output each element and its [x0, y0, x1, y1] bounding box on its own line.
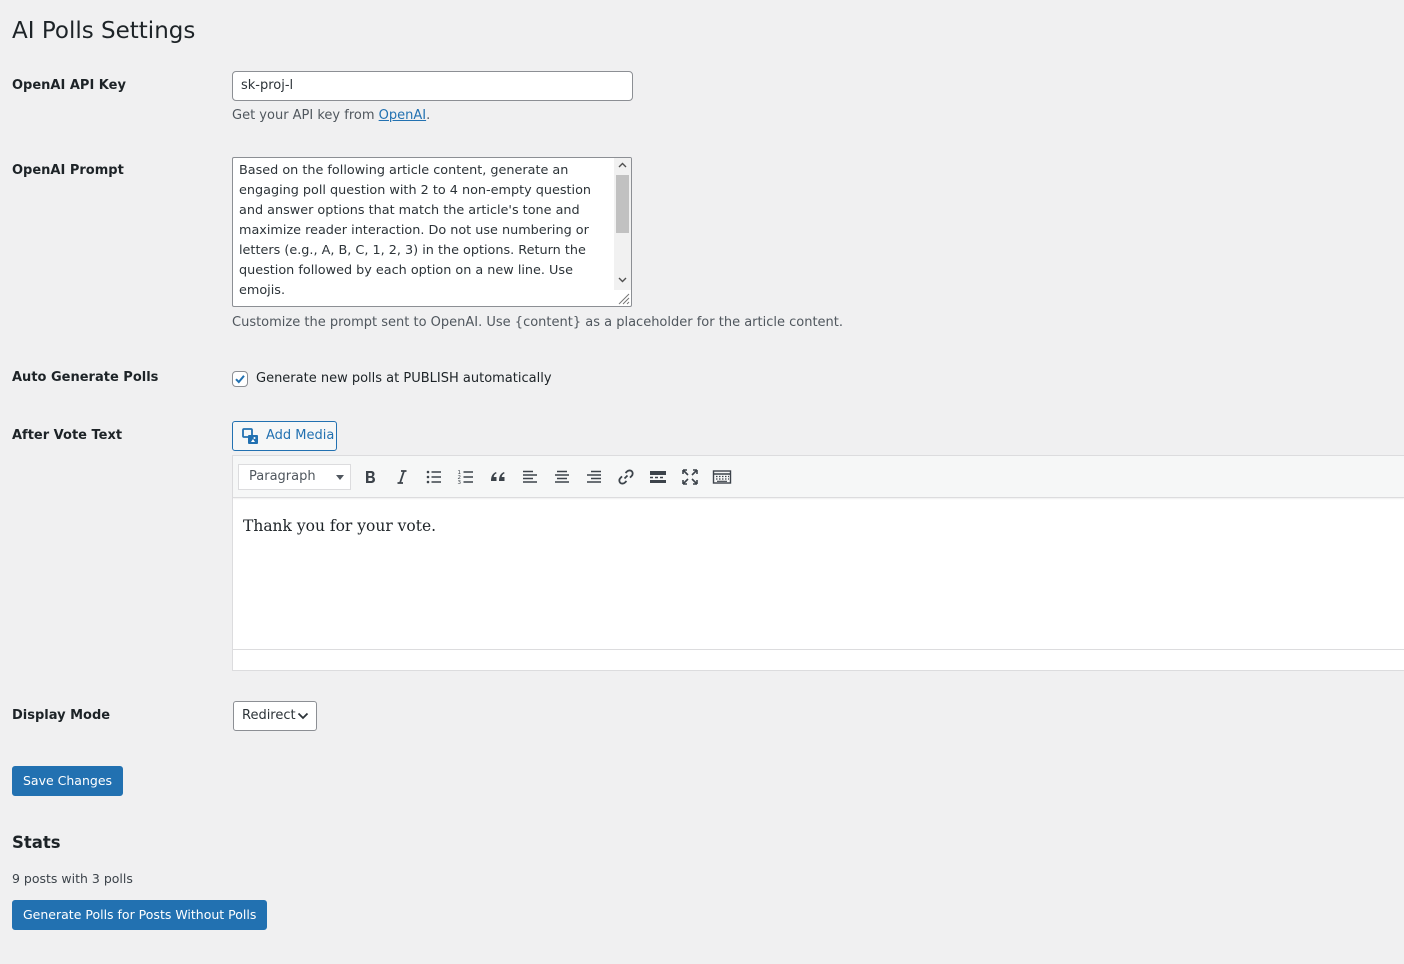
numbered-list-icon[interactable]: 123 [452, 464, 480, 490]
align-center-icon[interactable] [548, 464, 576, 490]
fullscreen-icon[interactable] [676, 464, 704, 490]
media-icon [242, 428, 258, 444]
italic-icon[interactable] [388, 464, 416, 490]
editor-content[interactable]: Thank you for your vote. [243, 516, 436, 536]
display-mode-label: Display Mode [12, 708, 111, 723]
scroll-thumb[interactable] [616, 175, 629, 233]
format-select[interactable]: Paragraph [238, 464, 351, 490]
scroll-up-icon[interactable] [614, 158, 631, 174]
api-key-help-suffix: . [426, 108, 431, 123]
stats-title: Stats [12, 833, 61, 852]
editor-toolbar: Paragraph 123 [233, 456, 1404, 498]
save-changes-button[interactable]: Save Changes [12, 766, 124, 796]
bullet-list-icon[interactable] [420, 464, 448, 490]
blockquote-icon[interactable] [484, 464, 512, 490]
toolbar-toggle-icon[interactable] [708, 464, 736, 490]
align-right-icon[interactable] [580, 464, 608, 490]
openai-link[interactable]: OpenAI [379, 108, 426, 123]
after-vote-label: After Vote Text [12, 428, 123, 443]
prompt-scrollbar[interactable] [614, 158, 631, 290]
stats-summary: 9 posts with 3 polls [12, 871, 133, 886]
resize-grip-icon[interactable] [616, 291, 630, 305]
auto-generate-label: Auto Generate Polls [12, 370, 159, 385]
chevron-down-icon [297, 712, 309, 720]
add-media-button[interactable]: Add Media [232, 421, 337, 451]
page-title: AI Polls Settings [12, 18, 196, 44]
caret-down-icon [336, 475, 344, 480]
prompt-label: OpenAI Prompt [12, 163, 124, 178]
display-mode-value: Redirect [242, 708, 296, 723]
add-media-label: Add Media [266, 428, 335, 443]
generate-polls-button[interactable]: Generate Polls for Posts Without Polls [12, 900, 268, 930]
bold-icon[interactable] [356, 464, 384, 490]
display-mode-select[interactable]: Redirect [233, 701, 317, 731]
api-key-help: Get your API key from OpenAI. [232, 107, 430, 125]
read-more-icon[interactable] [644, 464, 672, 490]
auto-generate-checkbox[interactable] [232, 371, 248, 387]
svg-text:3: 3 [458, 480, 462, 486]
scroll-down-icon[interactable] [614, 273, 631, 289]
auto-generate-checkbox-label[interactable]: Generate new polls at PUBLISH automatica… [256, 370, 552, 388]
prompt-help: Customize the prompt sent to OpenAI. Use… [232, 315, 844, 330]
prompt-textarea[interactable]: Based on the following article content, … [232, 157, 632, 307]
link-icon[interactable] [612, 464, 640, 490]
format-select-value: Paragraph [249, 469, 316, 484]
api-key-input[interactable]: sk-proj-l [232, 71, 633, 101]
align-left-icon[interactable] [516, 464, 544, 490]
api-key-label: OpenAI API Key [12, 78, 126, 93]
prompt-text[interactable]: Based on the following article content, … [239, 161, 609, 301]
editor-statusbar [233, 649, 1404, 670]
api-key-help-text: Get your API key from [232, 108, 379, 123]
after-vote-editor: Paragraph 123 Thank you for your vote. [232, 455, 1404, 671]
checkmark-icon [235, 375, 245, 384]
